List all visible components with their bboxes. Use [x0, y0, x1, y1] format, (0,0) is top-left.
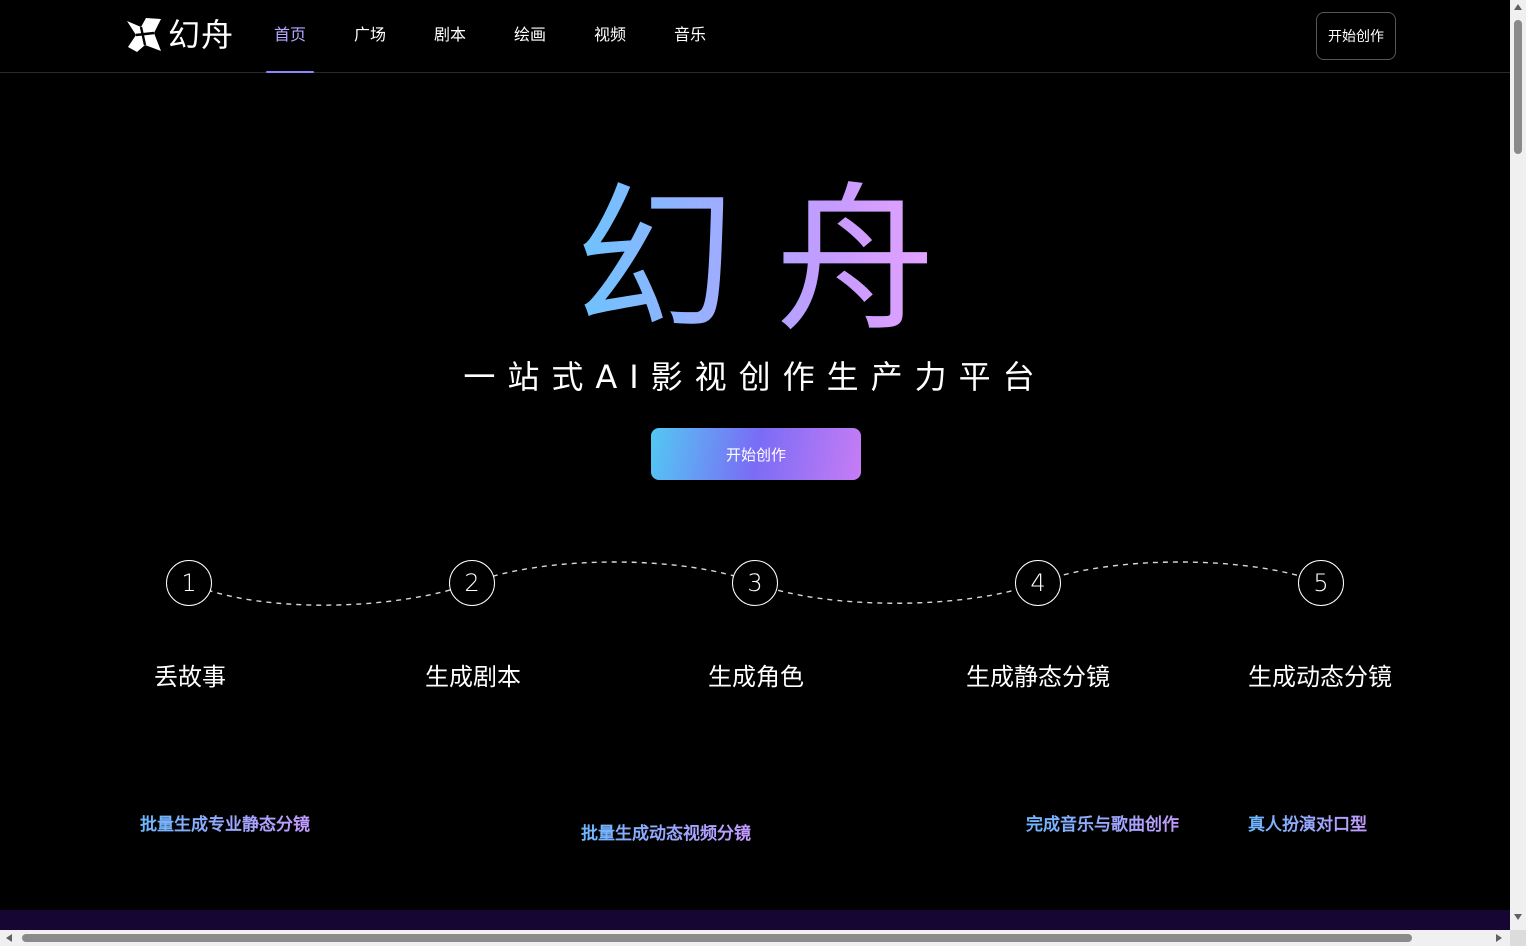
nav-item-script[interactable]: 剧本	[426, 0, 506, 72]
nav-item-label: 视频	[594, 25, 627, 44]
scroll-right-arrow-icon[interactable]	[1496, 934, 1502, 942]
nav-item-label: 音乐	[674, 25, 707, 44]
header-start-creating-button[interactable]: 开始创作	[1316, 12, 1396, 60]
step-label: 生成角色	[708, 663, 804, 691]
nav-item-label: 剧本	[434, 25, 467, 44]
nav-item-video[interactable]: 视频	[586, 0, 666, 72]
nav-item-label: 绘画	[514, 25, 547, 44]
footer-band	[0, 910, 1510, 930]
hero-title: 幻舟	[0, 176, 1510, 346]
page: 幻舟 首页 广场 剧本 绘画 视频 音乐 开始创作 幻舟 一站式AI影视创作生产…	[0, 0, 1510, 930]
hero-start-creating-button[interactable]: 开始创作	[651, 428, 861, 480]
step-number-circle: 4	[1015, 560, 1061, 606]
feature-static-storyboard: 批量生成专业静态分镜	[140, 815, 310, 835]
scroll-left-arrow-icon[interactable]	[6, 934, 12, 942]
step-label: 生成剧本	[425, 663, 521, 691]
logo-boat-icon	[127, 18, 161, 52]
vertical-scroll-thumb[interactable]	[1514, 20, 1522, 154]
step-number-circle: 5	[1298, 560, 1344, 606]
scrollbar-corner	[1510, 930, 1526, 946]
main-nav: 首页 广场 剧本 绘画 视频 音乐	[266, 0, 746, 73]
logo-text: 幻舟	[168, 16, 235, 54]
step-number-circle: 3	[732, 560, 778, 606]
horizontal-scrollbar[interactable]	[0, 930, 1510, 946]
step-number-circle: 2	[449, 560, 495, 606]
scroll-up-arrow-icon[interactable]	[1514, 4, 1522, 10]
nav-item-label: 广场	[354, 25, 387, 44]
scroll-down-arrow-icon[interactable]	[1514, 914, 1522, 920]
nav-item-painting[interactable]: 绘画	[506, 0, 586, 72]
feature-lip-sync: 真人扮演对口型	[1248, 815, 1367, 835]
step-label: 生成静态分镜	[966, 663, 1110, 691]
nav-item-label: 首页	[274, 25, 307, 44]
horizontal-scroll-thumb[interactable]	[22, 934, 1412, 942]
top-navbar: 幻舟 首页 广场 剧本 绘画 视频 音乐 开始创作	[0, 0, 1510, 73]
step-label: 生成动态分镜	[1248, 663, 1392, 691]
step-label: 丢故事	[154, 663, 226, 691]
nav-item-music[interactable]: 音乐	[666, 0, 746, 72]
vertical-scrollbar[interactable]	[1510, 0, 1526, 930]
nav-item-home[interactable]: 首页	[266, 0, 346, 73]
logo[interactable]: 幻舟	[124, 15, 234, 55]
hero-subtitle: 一站式AI影视创作生产力平台	[463, 358, 1047, 396]
step-number-circle: 1	[166, 560, 212, 606]
nav-item-square[interactable]: 广场	[346, 0, 426, 72]
feature-dynamic-storyboard: 批量生成动态视频分镜	[581, 824, 751, 844]
feature-music-creation: 完成音乐与歌曲创作	[1026, 815, 1179, 835]
